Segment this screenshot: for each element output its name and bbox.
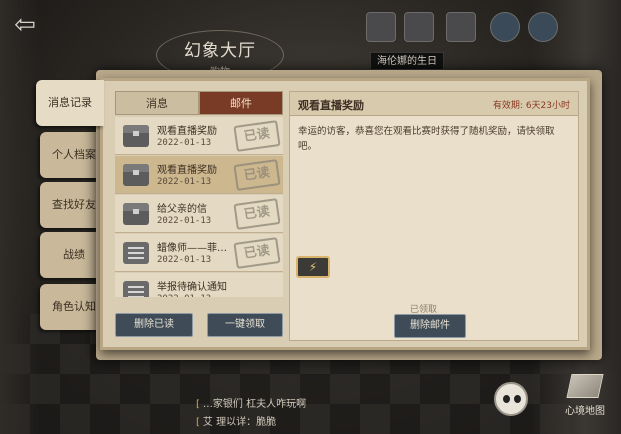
delete-mail-button[interactable]: 删除邮件: [394, 314, 466, 338]
detail-body: 幸运的访客，恭喜您在观看比赛时获得了随机奖励，请快领取吧。: [298, 126, 555, 152]
mail-list: 观看直播奖励 2022-01-13 已读 观看直播奖励 2022-01-13 已…: [115, 117, 283, 297]
birthday-tooltip: 海伦娜的生日: [370, 52, 444, 70]
mail-title: 蜡像师——菲…: [157, 243, 227, 254]
chat-line: […家银们 杠夫人咋玩啊: [196, 396, 426, 414]
hall-title: 幻象大厅: [184, 41, 256, 61]
map-label: 心境地图: [565, 406, 605, 417]
mail-detail: 观看直播奖励 有效期: 6天23小时 幸运的访客，恭喜您在观看比赛时获得了随机奖…: [289, 91, 579, 341]
list-item[interactable]: 观看直播奖励 2022-01-13 已读: [115, 156, 283, 194]
chat-tag: [: [196, 399, 200, 410]
map-icon: [566, 374, 604, 398]
chat-tag: [: [196, 417, 200, 428]
document-icon: [123, 281, 149, 297]
read-stamp: 已读: [233, 237, 281, 269]
trophy-icon[interactable]: [446, 12, 476, 42]
chat-text: 艾 理以详：脆脆: [202, 417, 277, 428]
tab-messages[interactable]: 消息: [115, 91, 199, 115]
briefcase-icon: [123, 125, 149, 147]
mail-title: 观看直播奖励: [157, 165, 217, 176]
list-buttons: 删除已读 一键领取: [115, 313, 283, 339]
detail-expiry: 有效期: 6天23小时: [493, 98, 570, 111]
claim-all-button[interactable]: 一键领取: [207, 313, 283, 337]
top-icon-bar: [362, 10, 562, 46]
mind-map-button[interactable]: 心境地图: [556, 372, 614, 426]
building-icon[interactable]: [366, 12, 396, 42]
document-icon: [123, 242, 149, 264]
mail-panel: 消息 邮件 观看直播奖励 2022-01-13 已读 观看直播奖励 2022-0…: [100, 78, 590, 350]
chat-line: [艾 理以详：脆脆: [196, 414, 426, 432]
mail-date: 2022-01-13: [157, 255, 212, 265]
tab-mail[interactable]: 邮件: [199, 91, 283, 115]
detail-title: 观看直播奖励: [298, 99, 364, 112]
chat-text: …家银们 杠夫人咋玩啊: [202, 399, 307, 410]
mail-date: 2022-01-13: [157, 294, 211, 297]
mail-title: 观看直播奖励: [157, 126, 217, 137]
mail-title: 给父亲的信: [157, 204, 207, 215]
briefcase-icon: [123, 164, 149, 186]
briefcase-icon: [123, 203, 149, 225]
exit-door-icon[interactable]: ⇦: [8, 10, 42, 40]
mail-title: 举报待确认通知: [157, 282, 227, 293]
read-stamp: 已读: [233, 120, 281, 152]
list-item[interactable]: 举报待确认通知 2022-01-13: [115, 273, 283, 297]
list-item[interactable]: 给父亲的信 2022-01-13 已读: [115, 195, 283, 233]
tab-message-log[interactable]: 消息记录: [36, 80, 104, 126]
list-item[interactable]: 观看直播奖励 2022-01-13 已读: [115, 117, 283, 155]
gift-icon[interactable]: [404, 12, 434, 42]
chat-feed[interactable]: […家银们 杠夫人咋玩啊 [艾 理以详：脆脆: [196, 396, 426, 432]
detail-header: 观看直播奖励 有效期: 6天23小时: [290, 92, 578, 116]
read-stamp: 已读: [233, 198, 281, 230]
delete-read-button[interactable]: 删除已读: [115, 313, 193, 337]
mail-date: 2022-01-13: [157, 216, 212, 226]
expiry-label: 有效期:: [492, 101, 523, 111]
skull-icon[interactable]: [494, 382, 528, 416]
mail-date: 2022-01-13: [157, 138, 212, 148]
expiry-value: 6天23小时: [525, 101, 570, 111]
list-tabs: 消息 邮件: [115, 91, 283, 115]
left-wall-shadow: [0, 0, 40, 434]
mail-date: 2022-01-13: [157, 177, 212, 187]
globe-icon[interactable]: [490, 12, 520, 42]
list-item[interactable]: 蜡像师——菲… 2022-01-13 已读: [115, 234, 283, 272]
read-stamp: 已读: [233, 159, 281, 191]
reward-item-icon[interactable]: ⚡: [296, 256, 330, 278]
mail-list-column: 消息 邮件 观看直播奖励 2022-01-13 已读 观看直播奖励 2022-0…: [115, 91, 283, 341]
badge-icon[interactable]: [528, 12, 558, 42]
